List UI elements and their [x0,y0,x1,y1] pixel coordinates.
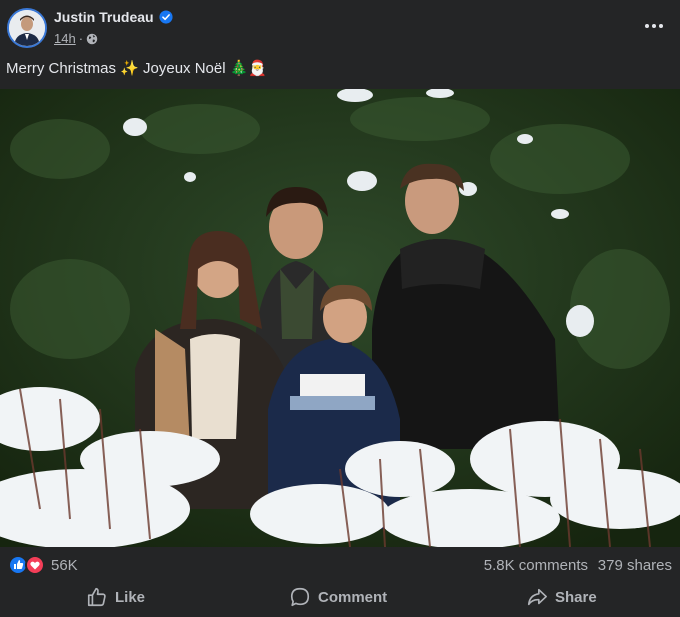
dot [645,24,649,28]
globe-icon[interactable] [86,33,98,45]
verified-badge-icon [159,10,173,24]
post-actions: Like Comment Share [0,581,680,613]
share-count[interactable]: 379 shares [598,557,672,574]
comment-count[interactable]: 5.8K comments [484,557,588,574]
share-button[interactable]: Share [526,581,597,613]
share-label: Share [555,588,597,606]
post-photo[interactable] [0,89,680,547]
more-options-icon[interactable] [642,14,666,38]
meta-separator: · [78,31,84,46]
thumbs-up-icon [87,587,106,607]
reaction-count[interactable]: 56K [51,557,78,574]
like-reaction-icon [8,555,28,575]
avatar-image [9,10,45,46]
dot [659,24,663,28]
comment-label: Comment [318,588,388,606]
share-icon [527,588,547,606]
post-stats: 56K 5.8K comments 379 shares [0,553,680,577]
author-name[interactable]: Justin Trudeau [54,9,154,25]
reactions-summary[interactable] [8,555,48,575]
post-meta: 14h · [54,31,98,46]
like-label: Like [115,588,146,606]
like-button[interactable]: Like [86,581,145,613]
love-reaction-icon [25,555,45,575]
comment-icon [290,587,310,607]
family-photo-image [0,89,680,547]
post-timestamp[interactable]: 14h [54,31,76,46]
dot [652,24,656,28]
post-caption: Merry Christmas ✨ Joyeux Noël 🎄🎅 [6,60,268,77]
author-avatar[interactable] [7,8,47,48]
post-header: Justin Trudeau 14h · [0,0,680,56]
comment-button[interactable]: Comment [289,581,387,613]
